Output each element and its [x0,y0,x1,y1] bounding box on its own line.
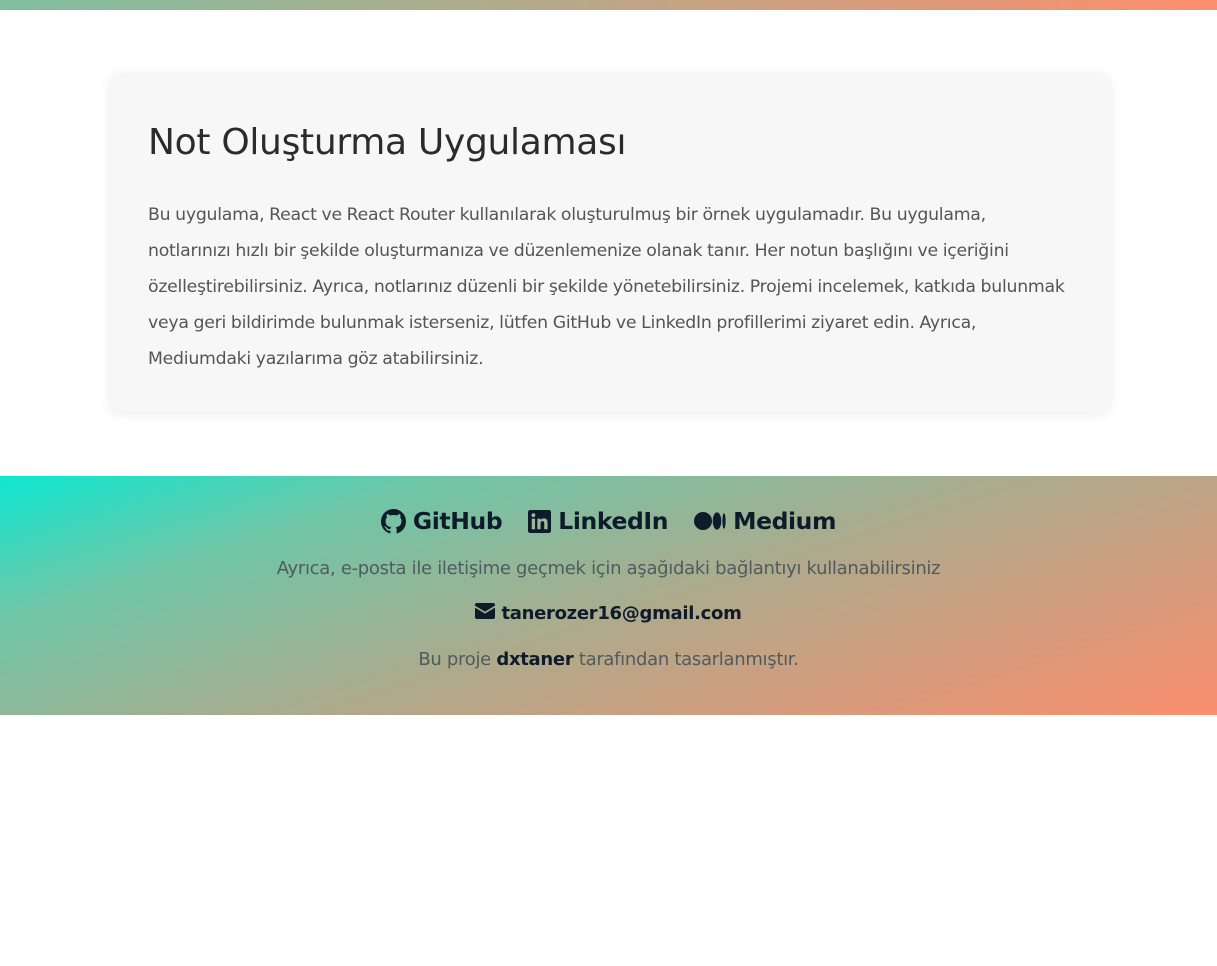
author-link[interactable]: dxtaner [496,649,573,670]
github-label: GitHub [412,507,503,535]
envelope-icon [475,603,496,624]
footer: GitHub LinkedIn Medium Ayrıca, e-posta i… [0,476,1217,715]
page-title: Not Oluşturma Uygulaması [148,122,627,163]
github-icon [380,508,406,534]
email-address: tanerozer16@gmail.com [501,603,742,624]
email-link[interactable]: tanerozer16@gmail.com [475,603,742,624]
credit-prefix: Bu proje [418,649,491,670]
app-description: Bu uygulama, React ve React Router kulla… [148,205,1065,369]
medium-link[interactable]: Medium [694,504,837,538]
credit-line: Bu proje dxtaner tarafından tasarlanmışt… [0,649,1217,670]
credit-suffix: tarafından tasarlanmıştır. [578,649,799,670]
github-link[interactable]: GitHub [380,504,503,538]
social-links: GitHub LinkedIn Medium [0,504,1217,538]
top-accent-bar [0,0,1217,10]
medium-label: Medium [733,507,837,535]
contact-text: Ayrıca, e-posta ile iletişime geçmek içi… [276,558,941,579]
medium-icon [694,511,726,531]
email-row: tanerozer16@gmail.com [0,603,1217,624]
linkedin-label: LinkedIn [558,507,669,535]
linkedin-link[interactable]: LinkedIn [528,504,668,538]
about-card: Not Oluşturma Uygulaması Bu uygulama, Re… [110,73,1110,412]
linkedin-icon [528,509,552,533]
